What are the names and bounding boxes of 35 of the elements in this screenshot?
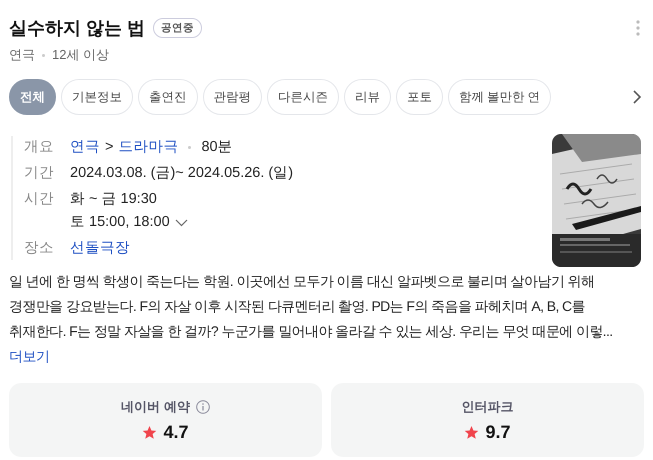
show-title: 실수하지 않는 법 bbox=[9, 17, 146, 40]
category-link[interactable]: 드라마극 bbox=[118, 136, 178, 159]
info-value: 2024.03.08. (금)~ 2024.05.26. (일) bbox=[70, 164, 294, 183]
info-label: 장소 bbox=[24, 239, 54, 258]
status-badge: 공연중 bbox=[153, 18, 202, 38]
category-link[interactable]: 연극 bbox=[70, 136, 100, 159]
synopsis-text: 일 년에 한 명씩 학생이 죽는다는 학원. 이곳에선 모두가 이름 대신 알파벳으로 불리며 살아남기 위해 경쟁만을 강요받는다. F의 자살 이후 시작된 다큐멘터리 촬영. PD는 F의 죽음을 파헤치며 A, B, C를 취재한다. F는 정말 자살을 한 걸까? 누군가를 밀어내야 올라갈 수 있는 세상. 우리는 무엇 때문에 이렇... 더보기 bbox=[9, 272, 614, 366]
show-meta: 12세 이상 bbox=[52, 46, 110, 64]
info-value: 토 15:00, 18:00 bbox=[70, 213, 170, 232]
section-tab[interactable]: 기본정보 bbox=[61, 79, 133, 115]
category-link[interactable]: 선돌극장 bbox=[70, 237, 130, 260]
rating-source: 인터파크 bbox=[462, 398, 514, 416]
chevron-right-icon[interactable] bbox=[632, 90, 642, 104]
section-tab[interactable]: 관람평 bbox=[202, 79, 262, 115]
info-value: > bbox=[105, 138, 114, 157]
section-tab[interactable]: 리뷰 bbox=[344, 79, 391, 115]
info-icon[interactable] bbox=[196, 400, 210, 414]
rating-source: 네이버 예약 bbox=[121, 398, 190, 416]
info-label: 기간 bbox=[24, 164, 54, 183]
rating-score: 4.7 bbox=[163, 422, 189, 442]
info-label: 개요 bbox=[24, 138, 54, 157]
star-icon bbox=[464, 424, 480, 440]
info-value: 화 ~ 금 19:30 bbox=[70, 190, 157, 209]
info-value: 80분 bbox=[201, 138, 233, 157]
section-tab[interactable]: 포토 bbox=[396, 79, 443, 115]
chevron-down-icon[interactable] bbox=[174, 218, 188, 226]
more-link[interactable]: 더보기 bbox=[9, 348, 50, 364]
section-tab[interactable]: 출연진 bbox=[138, 79, 198, 115]
separator-dot bbox=[188, 146, 192, 149]
rating-score: 9.7 bbox=[485, 422, 511, 442]
section-tab[interactable]: 다른시즌 bbox=[267, 79, 339, 115]
info-label: 시간 bbox=[24, 190, 54, 209]
star-icon bbox=[142, 424, 158, 440]
show-meta: 연극 bbox=[9, 46, 35, 64]
section-tab[interactable]: 함께 볼만한 연 bbox=[448, 79, 551, 115]
